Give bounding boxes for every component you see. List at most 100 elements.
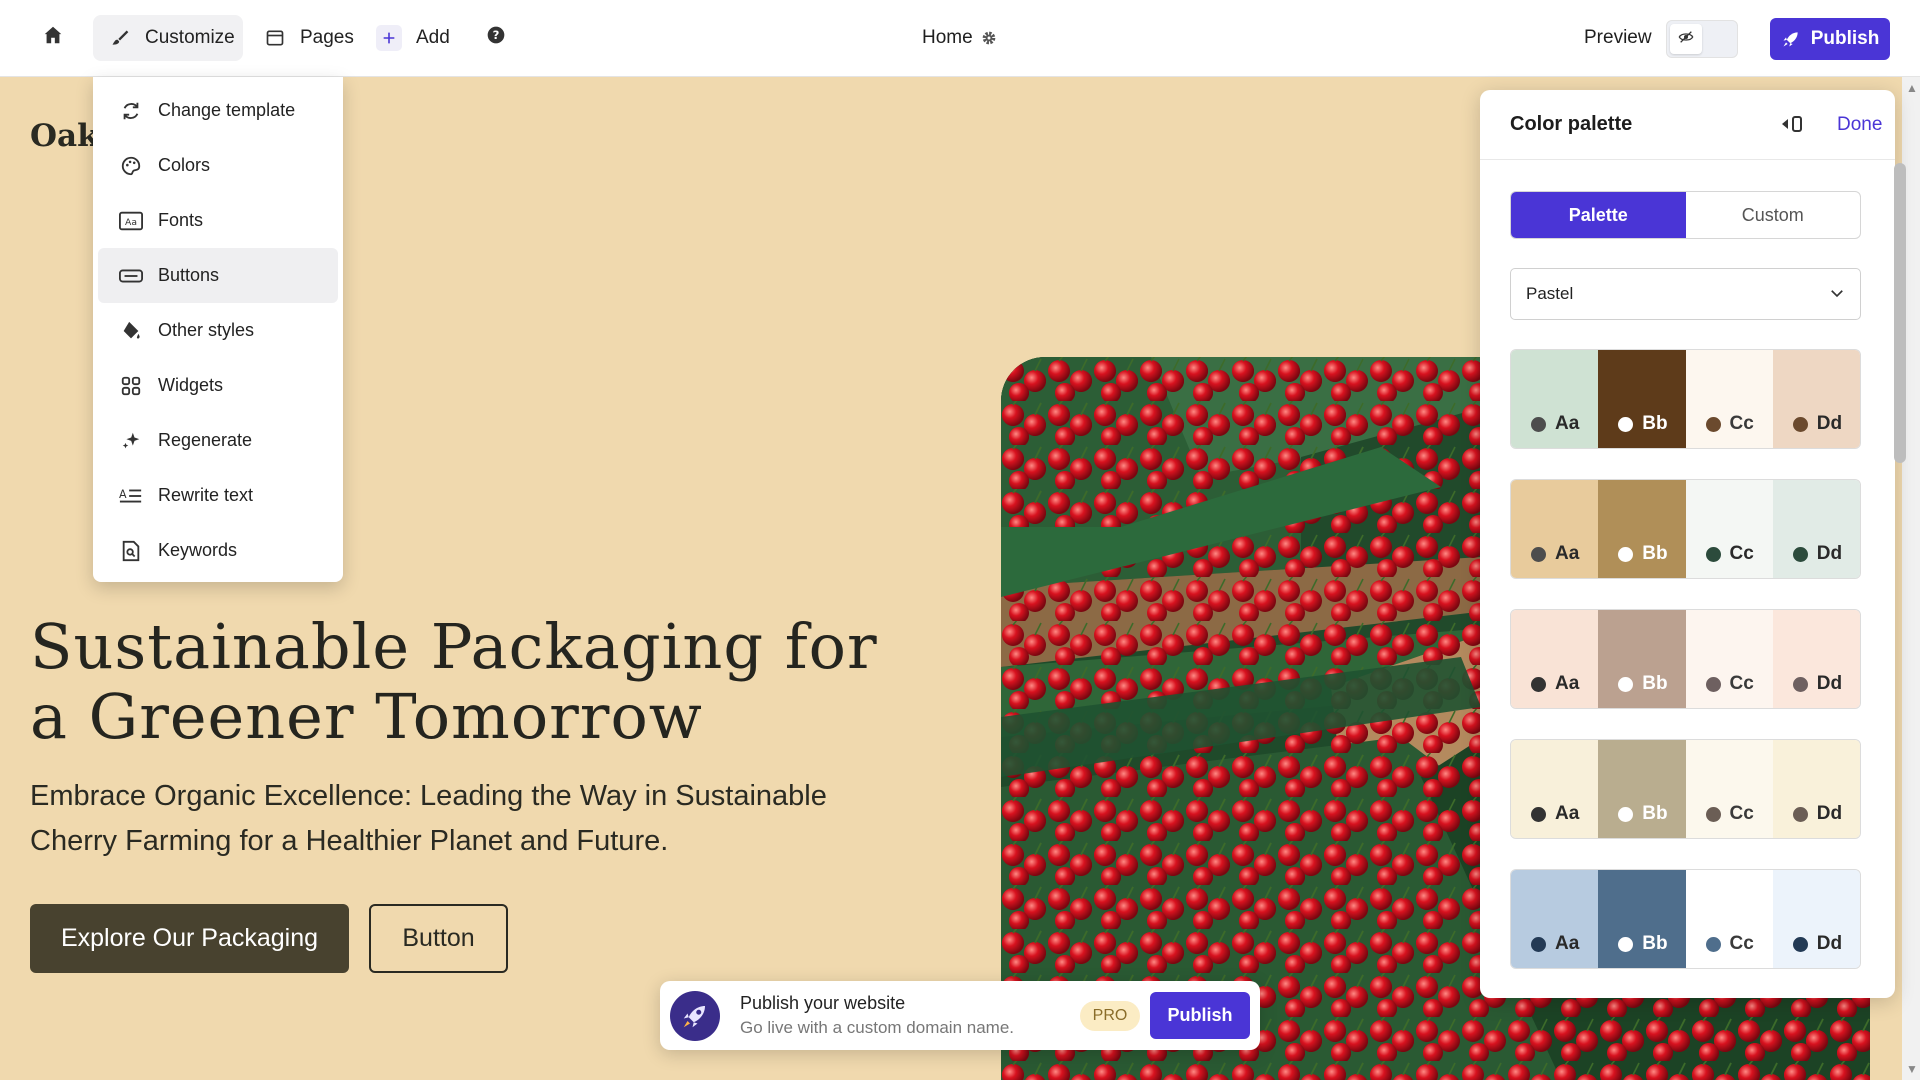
palette-style-select[interactable]: Pastel [1510, 268, 1861, 320]
swatch-dot [1792, 546, 1808, 562]
site-logo[interactable]: Oak [30, 118, 99, 154]
swatch-dot [1531, 416, 1546, 432]
scroll-down-arrow-icon[interactable]: ▼ [1906, 1062, 1918, 1076]
swatch-dot [1792, 936, 1808, 952]
swatch-text: Cc [1729, 413, 1754, 434]
tab-palette[interactable]: Palette [1511, 192, 1686, 238]
swatch-dot [1618, 546, 1634, 562]
chevron-down-icon [1828, 284, 1846, 302]
palette-option[interactable]: Aa Bb Cc Dd [1510, 739, 1861, 839]
palette-option[interactable]: Aa Bb Cc Dd [1510, 479, 1861, 579]
menu-item-label: Change template [158, 100, 296, 120]
swatch-text: Dd [1816, 543, 1843, 564]
publish-button[interactable]: Publish [1770, 18, 1890, 60]
palette-swatch: Bb [1598, 870, 1686, 968]
palette-option[interactable]: Aa Bb Cc Dd [1510, 609, 1861, 709]
pages-button[interactable]: Pages [262, 15, 354, 61]
swatch-dot [1531, 806, 1546, 822]
swatch-label: Aa [1531, 413, 1579, 435]
svg-text:?: ? [493, 28, 500, 42]
swatch-label: Bb [1618, 673, 1668, 695]
swatch-text: Cc [1729, 933, 1754, 954]
top-toolbar: Customize Pages Add ? Home Preview Publi… [0, 0, 1920, 77]
menu-item-buttons[interactable]: Buttons [98, 248, 338, 303]
preview-toggle[interactable] [1666, 20, 1738, 58]
scroll-up-arrow-icon[interactable]: ▲ [1906, 81, 1918, 95]
swatch-text: Cc [1729, 803, 1754, 824]
menu-item-other-styles[interactable]: Other styles [98, 303, 338, 358]
pages-icon [264, 27, 286, 49]
current-page-selector[interactable]: Home [922, 15, 997, 61]
palette-swatch: Cc [1685, 350, 1773, 448]
swatch-dot [1705, 806, 1721, 822]
hero-subtitle[interactable]: Embrace Organic Excellence: Leading the … [30, 774, 910, 864]
add-button[interactable]: Add [376, 15, 450, 61]
home-button[interactable] [34, 15, 72, 61]
menu-item-fonts[interactable]: Aa Fonts [98, 193, 338, 248]
pages-label: Pages [300, 27, 354, 48]
swatch-dot [1618, 676, 1634, 692]
swatch-text: Aa [1555, 933, 1580, 954]
palette-swatch: Aa [1511, 870, 1599, 968]
refresh-icon [118, 98, 144, 124]
palette-swatch: Bb [1598, 350, 1686, 448]
swatch-text: Bb [1642, 803, 1668, 824]
palette-swatch: Dd [1772, 480, 1860, 578]
menu-item-keywords[interactable]: Keywords [98, 523, 338, 578]
menu-item-regenerate[interactable]: Regenerate [98, 413, 338, 468]
pro-badge: PRO [1080, 1001, 1140, 1031]
palette-swatch: Aa [1511, 610, 1599, 708]
collapse-panel-icon [1780, 114, 1804, 139]
menu-item-change-template[interactable]: Change template [98, 83, 338, 138]
palette-swatch: Aa [1511, 740, 1599, 838]
menu-item-colors[interactable]: Colors [98, 138, 338, 193]
help-icon: ? [486, 25, 506, 51]
swatch-label: Aa [1531, 933, 1579, 955]
menu-item-label: Fonts [158, 210, 204, 230]
secondary-button[interactable]: Button [369, 904, 508, 973]
palette-swatch: Bb [1598, 610, 1686, 708]
swatch-text: Aa [1555, 673, 1580, 694]
swatch-label: Cc [1705, 933, 1754, 955]
toast-publish-button[interactable]: Publish [1150, 992, 1250, 1039]
brush-icon [109, 27, 131, 49]
font-icon: Aa [118, 208, 144, 234]
palette-swatch: Aa [1511, 480, 1599, 578]
svg-text:Aa: Aa [125, 217, 137, 228]
customize-button[interactable]: Customize [93, 15, 243, 61]
panel-scrollbar[interactable] [1894, 163, 1906, 463]
current-page-name: Home [922, 27, 973, 48]
swatch-text: Bb [1642, 673, 1668, 694]
paint-bucket-icon [118, 318, 144, 344]
sparkle-icon [118, 428, 144, 454]
swatch-label: Cc [1705, 803, 1754, 825]
swatch-text: Dd [1816, 413, 1843, 434]
menu-item-rewrite-text[interactable]: A Rewrite text [98, 468, 338, 523]
swatch-dot [1531, 936, 1546, 952]
help-button[interactable]: ? [484, 15, 508, 61]
swatch-dot [1705, 546, 1721, 562]
swatch-dot [1792, 676, 1808, 692]
palette-swatch: Bb [1598, 740, 1686, 838]
swatch-text: Aa [1555, 413, 1580, 434]
swatch-dot [1531, 676, 1546, 692]
tab-custom[interactable]: Custom [1686, 192, 1861, 238]
collapse-panel-button[interactable] [1780, 114, 1804, 139]
eye-off-icon [1678, 29, 1694, 50]
swatch-label: Bb [1618, 413, 1668, 435]
swatch-text: Bb [1642, 933, 1668, 954]
swatch-label: Dd [1792, 543, 1843, 565]
palette-option[interactable]: Aa Bb Cc Dd [1510, 869, 1861, 969]
palette-option[interactable]: Aa Bb Cc Dd [1510, 349, 1861, 449]
swatch-text: Cc [1729, 543, 1754, 564]
menu-item-widgets[interactable]: Widgets [98, 358, 338, 413]
page-settings-gear-icon[interactable] [981, 30, 997, 46]
swatch-dot [1792, 806, 1808, 822]
rocket-badge-icon [670, 991, 720, 1041]
home-icon [42, 24, 64, 52]
done-button[interactable]: Done [1837, 114, 1882, 136]
preview-button[interactable]: Preview [1584, 15, 1652, 61]
explore-packaging-button[interactable]: Explore Our Packaging [30, 904, 349, 973]
hero-title[interactable]: Sustainable Packaging for a Greener Tomo… [30, 612, 930, 752]
swatch-dot [1705, 676, 1721, 692]
